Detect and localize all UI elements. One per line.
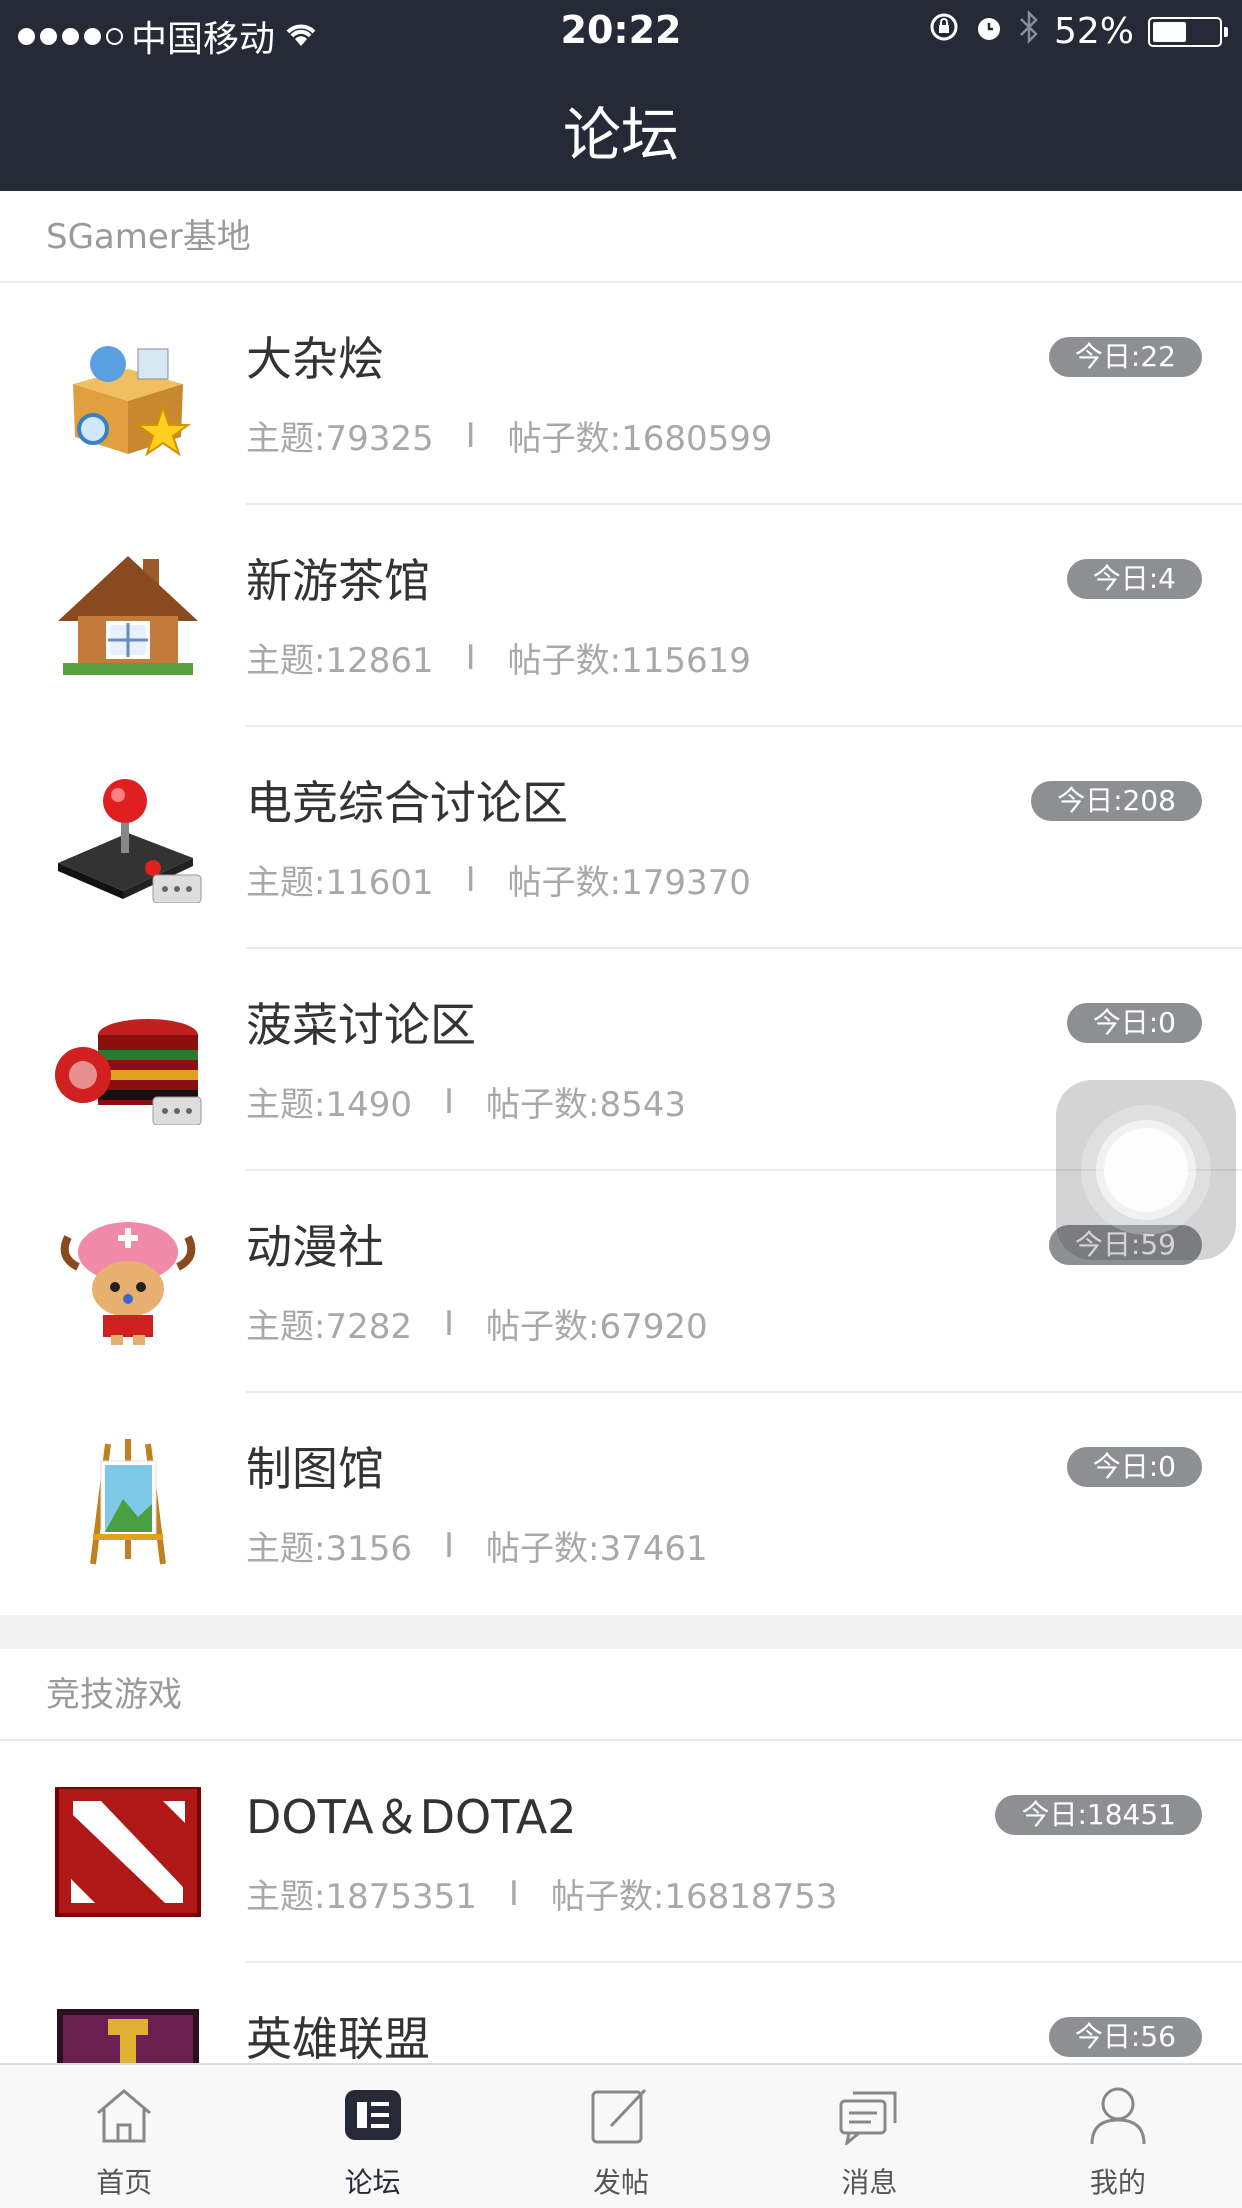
post-count: 帖子数:8543 — [486, 1085, 686, 1125]
bluetooth-icon — [1018, 9, 1040, 53]
treasure-box-icon — [46, 329, 210, 459]
topic-count: 主题:1875351 — [246, 1877, 477, 1917]
stats-separator: I — [443, 1525, 455, 1566]
forum-name: 英雄联盟 — [246, 2012, 430, 2063]
forum-row-dazahui[interactable]: 大杂烩 主题:79325 I 帖子数:1680599 今日:22 — [0, 283, 1242, 505]
stats-separator: I — [465, 859, 476, 900]
tab-bar: 首页 论坛 发帖 消息 我的 — [0, 2063, 1242, 2208]
topic-count: 主题:3156 — [246, 1529, 412, 1569]
top-bar: 中国移动 20:22 52% 论坛 — [0, 0, 1242, 191]
today-badge: 今日:0 — [1066, 1447, 1202, 1487]
forum-name: 菠菜讨论区 — [246, 998, 476, 1052]
forum-row-dota[interactable]: DOTA＆DOTA2 主题:1875351 I 帖子数:16818753 今日:… — [0, 1741, 1242, 1963]
post-count: 帖子数:179370 — [507, 863, 751, 903]
rotation-lock-icon — [928, 11, 960, 52]
today-badge: 今日:0 — [1066, 1003, 1202, 1043]
forum-name: DOTA＆DOTA2 — [246, 1790, 577, 1844]
post-count: 帖子数:115619 — [507, 641, 751, 681]
battery-percent: 52% — [1053, 11, 1134, 52]
forum-stats: 主题:1490 I 帖子数:8543 — [246, 1077, 686, 1126]
anime-character-icon — [46, 1217, 210, 1347]
forum-icon — [341, 2083, 405, 2147]
section-header-sgamer: SGamer基地 — [0, 191, 1242, 283]
forum-stats: 主题:1875351 I 帖子数:16818753 — [246, 1869, 837, 1918]
topic-count: 主题:7282 — [246, 1307, 412, 1347]
forum-name: 大杂烩 — [246, 332, 384, 386]
home-icon — [92, 2083, 156, 2147]
forum-name: 新游茶馆 — [246, 554, 430, 608]
dota-logo-icon — [46, 1787, 210, 1917]
forum-row-dianjing[interactable]: 电竞综合讨论区 主题:11601 I 帖子数:179370 今日:208 — [0, 727, 1242, 949]
stats-separator: I — [465, 415, 476, 456]
battery-icon — [1148, 16, 1228, 47]
easel-icon — [46, 1439, 210, 1569]
tab-label: 发帖 — [593, 2166, 650, 2199]
section-header-jingji: 竞技游戏 — [0, 1649, 1242, 1741]
post-count: 帖子数:37461 — [486, 1529, 708, 1569]
tab-compose[interactable]: 发帖 — [497, 2065, 745, 2208]
stats-separator: I — [443, 1081, 455, 1122]
tab-profile[interactable]: 我的 — [994, 2065, 1242, 2208]
forum-stats: 主题:12861 I 帖子数:115619 — [246, 633, 751, 682]
forum-name: 制图馆 — [246, 1442, 384, 1496]
topic-count: 主题:11601 — [246, 863, 434, 903]
profile-icon — [1086, 2083, 1150, 2147]
stats-separator: I — [508, 1873, 519, 1914]
tab-label: 首页 — [96, 2166, 153, 2199]
stats-separator: I — [443, 1303, 455, 1344]
section-title: SGamer基地 — [46, 217, 251, 257]
section-gap — [0, 1615, 1242, 1649]
forum-row-zhituguan[interactable]: 制图馆 主题:3156 I 帖子数:37461 今日:0 — [0, 1393, 1242, 1615]
tab-home[interactable]: 首页 — [0, 2065, 248, 2208]
topic-count: 主题:79325 — [246, 419, 434, 459]
tab-label: 消息 — [841, 2166, 898, 2199]
today-badge: 今日:56 — [1048, 2017, 1202, 2057]
tab-forum[interactable]: 论坛 — [248, 2065, 496, 2208]
tab-label: 论坛 — [344, 2166, 401, 2199]
post-count: 帖子数:1680599 — [507, 419, 773, 459]
today-badge: 今日:18451 — [995, 1795, 1202, 1835]
lol-logo-icon — [46, 2009, 210, 2063]
status-right: 52% — [928, 9, 1228, 53]
joystick-icon — [46, 773, 210, 903]
forum-stats: 主题:11601 I 帖子数:179370 — [246, 855, 751, 904]
forum-name: 动漫社 — [246, 1220, 384, 1274]
post-count: 帖子数:16818753 — [550, 1877, 838, 1917]
assistive-touch-button[interactable] — [1056, 1080, 1236, 1260]
today-badge: 今日:4 — [1066, 559, 1202, 599]
forum-stats: 主题:79325 I 帖子数:1680599 — [246, 411, 773, 460]
message-icon — [837, 2083, 901, 2147]
forum-stats: 主题:7282 I 帖子数:67920 — [246, 1299, 708, 1348]
tab-label: 我的 — [1089, 2166, 1146, 2199]
topic-count: 主题:12861 — [246, 641, 434, 681]
stats-separator: I — [465, 637, 476, 678]
forum-row-lol[interactable]: 英雄联盟 今日:56 — [0, 1963, 1242, 2063]
topic-count: 主题:1490 — [246, 1085, 412, 1125]
section-title: 竞技游戏 — [46, 1675, 182, 1715]
poker-chips-icon — [46, 995, 210, 1125]
house-icon — [46, 551, 210, 681]
post-count: 帖子数:67920 — [486, 1307, 708, 1347]
forum-stats: 主题:3156 I 帖子数:37461 — [246, 1521, 708, 1570]
today-badge: 今日:208 — [1031, 781, 1202, 821]
alarm-icon — [974, 11, 1004, 52]
forum-row-xinyouchaguan[interactable]: 新游茶馆 主题:12861 I 帖子数:115619 今日:4 — [0, 505, 1242, 727]
page-title: 论坛 — [562, 101, 679, 169]
forum-name: 电竞综合讨论区 — [246, 776, 568, 830]
today-badge: 今日:22 — [1048, 337, 1202, 377]
tab-messages[interactable]: 消息 — [745, 2065, 993, 2208]
compose-icon — [589, 2083, 653, 2147]
status-bar: 中国移动 20:22 52% — [0, 0, 1242, 64]
